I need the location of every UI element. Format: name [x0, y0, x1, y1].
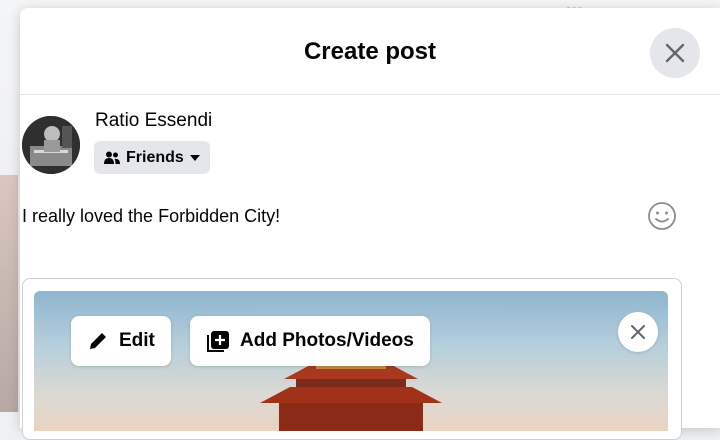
dialog-title: Create post: [303, 38, 437, 65]
close-button[interactable]: [650, 28, 700, 78]
audience-selector-button[interactable]: Friends: [94, 141, 210, 174]
add-photos-videos-button[interactable]: Add Photos/Videos: [190, 316, 430, 366]
caret-down-icon: [189, 154, 200, 161]
add-photo-icon: [207, 331, 229, 352]
dialog-header: Create post: [20, 8, 720, 95]
friends-icon: [104, 151, 120, 164]
remove-attachment-button[interactable]: [618, 312, 658, 352]
pencil-icon: [90, 333, 106, 349]
edit-label: Edit: [119, 330, 155, 351]
avatar[interactable]: [22, 116, 80, 174]
emoji-icon: [648, 202, 676, 230]
remove-icon: [631, 325, 645, 339]
edit-button[interactable]: Edit: [71, 316, 171, 366]
backdrop-image-strip: [0, 175, 18, 412]
audience-label: Friends: [126, 148, 184, 166]
emoji-button[interactable]: [647, 201, 677, 236]
author-name[interactable]: Ratio Essendi: [95, 110, 212, 132]
close-icon: [665, 43, 685, 63]
add-photos-videos-label: Add Photos/Videos: [240, 330, 414, 351]
post-text-input[interactable]: I really loved the Forbidden City!: [22, 206, 280, 227]
